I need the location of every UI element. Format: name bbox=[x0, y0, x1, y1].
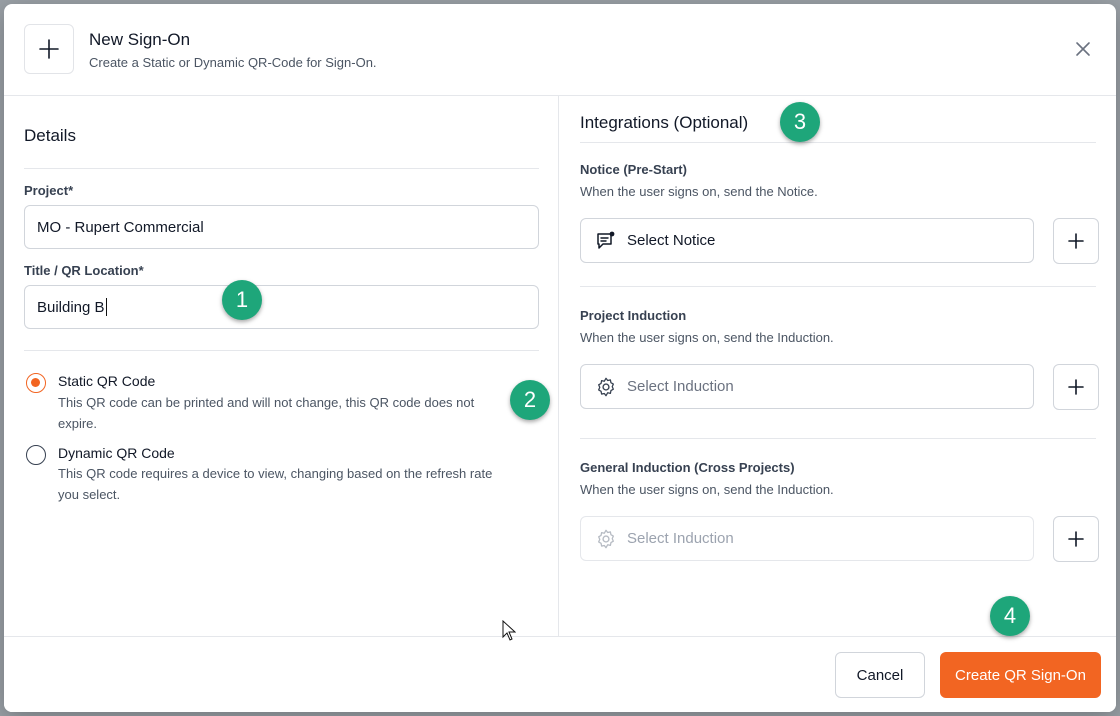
static-qr-desc: This QR code can be printed and will not… bbox=[58, 395, 475, 431]
notice-desc: When the user signs on, send the Notice. bbox=[580, 184, 818, 199]
notice-label: Notice (Pre-Start) bbox=[580, 162, 687, 177]
integrations-heading: Integrations (Optional) bbox=[580, 113, 749, 132]
project-label: Project* bbox=[24, 183, 74, 198]
project-induction-desc: When the user signs on, send the Inducti… bbox=[580, 330, 834, 345]
mouse-cursor-icon bbox=[502, 620, 516, 641]
plus-icon bbox=[1068, 379, 1084, 395]
select-general-induction-label: Select Induction bbox=[627, 530, 734, 547]
annotation-badge-4: 4 bbox=[990, 596, 1030, 636]
dialog-footer: Cancel Create QR Sign-On bbox=[4, 636, 1116, 712]
static-qr-radio[interactable] bbox=[26, 373, 46, 393]
title-input[interactable]: Building B bbox=[24, 285, 539, 329]
close-icon[interactable] bbox=[1074, 40, 1092, 58]
select-project-induction-label: Select Induction bbox=[627, 378, 734, 395]
dynamic-qr-radio[interactable] bbox=[26, 445, 46, 465]
dialog-title: New Sign-On bbox=[89, 30, 191, 49]
dialog-header: New Sign-On Create a Static or Dynamic Q… bbox=[4, 4, 1116, 96]
add-general-induction-button[interactable] bbox=[1053, 516, 1099, 562]
create-qr-sign-on-button[interactable]: Create QR Sign-On bbox=[940, 652, 1101, 698]
project-value: MO - Rupert Commercial bbox=[37, 218, 204, 236]
divider bbox=[24, 168, 539, 169]
project-field[interactable]: MO - Rupert Commercial bbox=[24, 205, 539, 249]
details-panel: Details Project* MO - Rupert Commercial … bbox=[4, 96, 559, 636]
select-general-induction[interactable]: Select Induction bbox=[580, 516, 1034, 561]
divider bbox=[580, 286, 1096, 287]
select-project-induction[interactable]: Select Induction bbox=[580, 364, 1034, 409]
add-project-induction-button[interactable] bbox=[1053, 364, 1099, 410]
general-induction-label: General Induction (Cross Projects) bbox=[580, 460, 795, 475]
gear-icon bbox=[595, 376, 617, 398]
add-notice-button[interactable] bbox=[1053, 218, 1099, 264]
details-heading: Details bbox=[24, 126, 76, 145]
divider bbox=[24, 350, 539, 351]
project-induction-label: Project Induction bbox=[580, 308, 687, 323]
annotation-badge-1: 1 bbox=[222, 280, 262, 320]
title-label: Title / QR Location* bbox=[24, 263, 144, 278]
plus-icon bbox=[24, 24, 74, 74]
plus-icon bbox=[1068, 531, 1084, 547]
select-notice-label: Select Notice bbox=[627, 232, 716, 249]
notice-icon bbox=[595, 230, 617, 252]
title-value: Building B bbox=[37, 298, 105, 316]
plus-icon bbox=[1068, 233, 1084, 249]
divider bbox=[580, 438, 1096, 439]
dynamic-qr-title: Dynamic QR Code bbox=[58, 445, 175, 461]
select-notice[interactable]: Select Notice bbox=[580, 218, 1034, 263]
integrations-panel: Integrations (Optional) Notice (Pre-Star… bbox=[560, 96, 1116, 636]
dynamic-qr-desc: This QR code requires a device to view, … bbox=[58, 466, 493, 502]
general-induction-desc: When the user signs on, send the Inducti… bbox=[580, 482, 834, 497]
new-sign-on-dialog: New Sign-On Create a Static or Dynamic Q… bbox=[4, 4, 1116, 712]
annotation-badge-3: 3 bbox=[780, 102, 820, 142]
divider bbox=[580, 142, 1096, 143]
dialog-subtitle: Create a Static or Dynamic QR-Code for S… bbox=[89, 55, 377, 70]
cancel-button[interactable]: Cancel bbox=[835, 652, 925, 698]
gear-icon bbox=[595, 528, 617, 550]
text-caret bbox=[105, 298, 107, 316]
static-qr-title: Static QR Code bbox=[58, 373, 156, 389]
annotation-badge-2: 2 bbox=[510, 380, 550, 420]
